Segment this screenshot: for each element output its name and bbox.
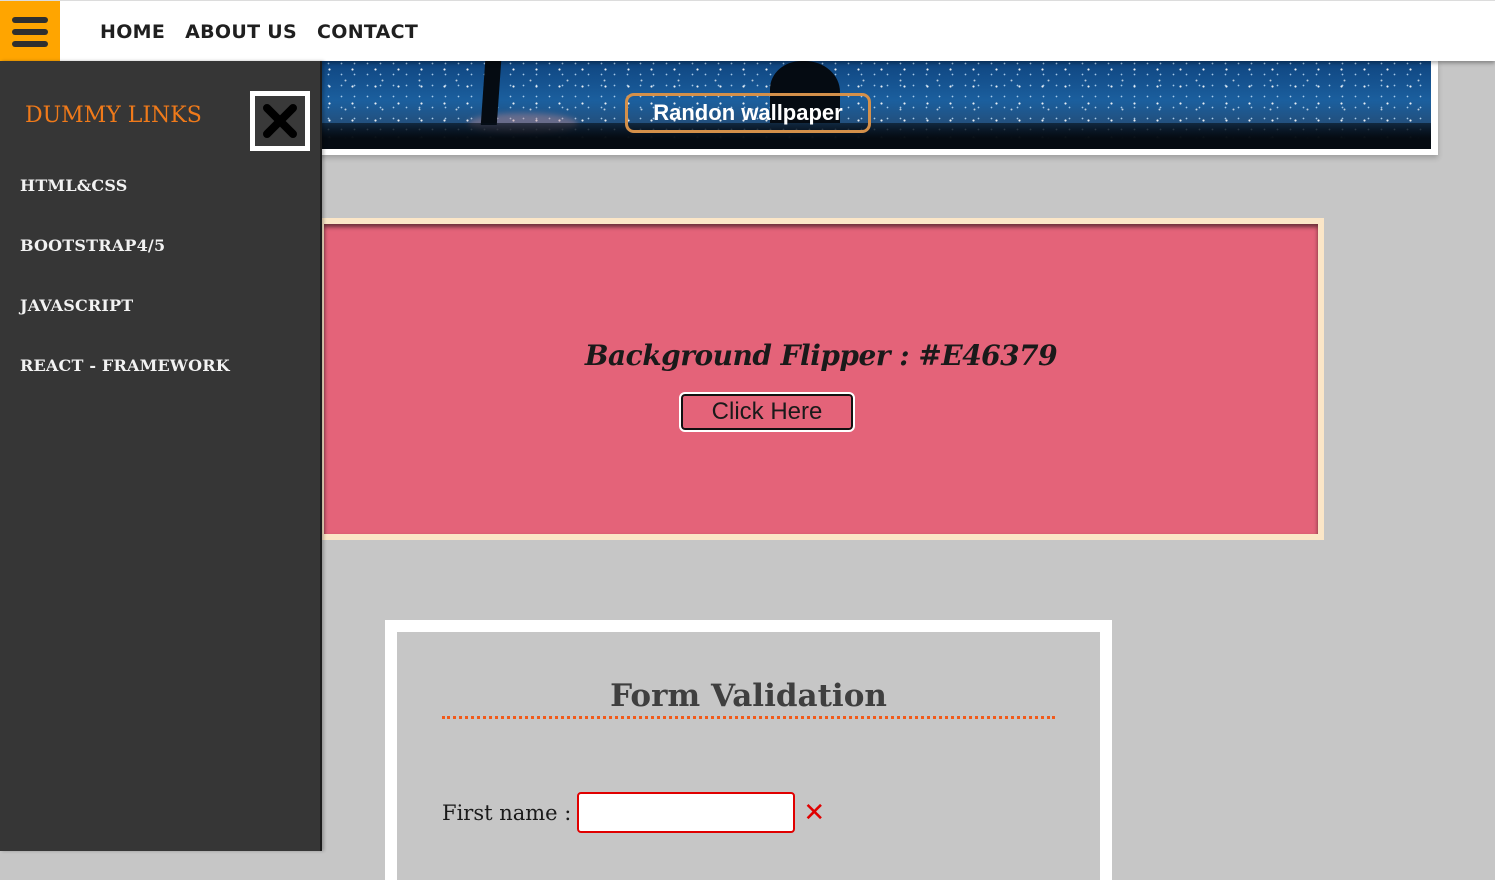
nav-links: HOME ABOUT US CONTACT (100, 1, 418, 62)
random-wallpaper-button[interactable]: Randon wallpaper (625, 93, 871, 133)
sidebar-close-button[interactable] (250, 91, 310, 151)
hamburger-menu-icon[interactable] (0, 1, 60, 62)
sidebar-link-html-css[interactable]: HTML&CSS (20, 176, 128, 195)
menu-bar (12, 40, 48, 47)
sidebar: DUMMY LINKS HTML&CSS BOOTSTRAP4/5 JAVASC… (0, 61, 322, 851)
wallpaper-banner: Randon wallpaper (318, 61, 1438, 155)
nav-about-link[interactable]: ABOUT US (185, 21, 297, 43)
menu-bar (12, 16, 48, 23)
sidebar-link-react[interactable]: REACT - FRAMEWORK (20, 356, 230, 375)
form-validation-body: Form Validation First name : ✕ (397, 632, 1100, 880)
nav-home-link[interactable]: HOME (100, 21, 165, 43)
menu-bar (12, 28, 48, 35)
night-sky-wallpaper-image (318, 61, 1431, 149)
sidebar-title: DUMMY LINKS (25, 103, 202, 128)
sidebar-link-javascript[interactable]: JAVASCRIPT (20, 296, 133, 315)
close-x-glyph (263, 104, 297, 138)
flip-background-button[interactable]: Click Here (679, 392, 855, 432)
nav-contact-link[interactable]: CONTACT (317, 21, 418, 43)
background-flipper-title: Background Flipper : #E46379 (584, 339, 1058, 372)
close-x-icon (255, 96, 305, 146)
sidebar-link-bootstrap[interactable]: BOOTSTRAP4/5 (20, 236, 165, 255)
first-name-row: First name : ✕ (442, 792, 825, 833)
error-x-icon: ✕ (803, 797, 826, 828)
ground-silhouette (318, 123, 1431, 149)
first-name-input[interactable] (577, 792, 796, 833)
first-name-label: First name : (442, 800, 572, 825)
form-validation-title: Form Validation (442, 676, 1055, 719)
background-flipper-panel: Background Flipper : #E46379 Click Here (318, 218, 1324, 540)
top-navbar: HOME ABOUT US CONTACT (0, 0, 1495, 62)
form-validation-card: Form Validation First name : ✕ (385, 620, 1112, 880)
